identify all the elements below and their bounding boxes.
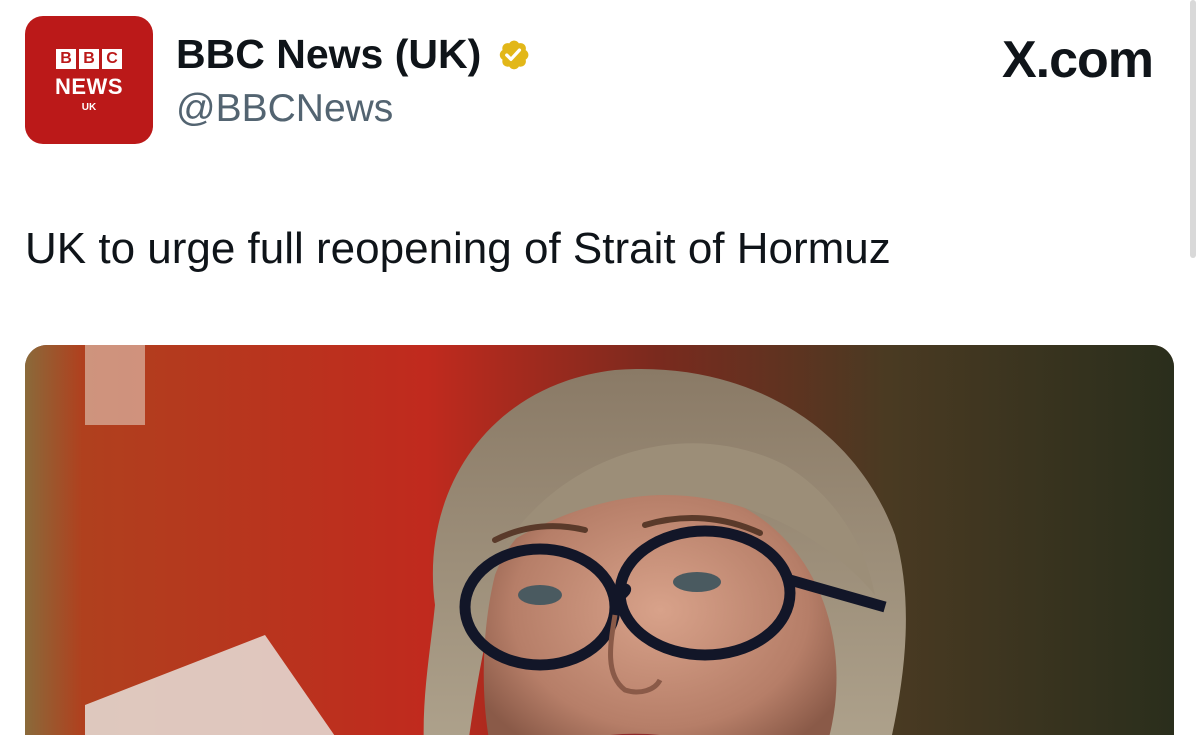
photo-eye-left bbox=[518, 585, 562, 605]
bbc-logo-blocks: B B C bbox=[56, 49, 122, 69]
photo-eye-right bbox=[673, 572, 721, 592]
tweet-text: UK to urge full reopening of Strait of H… bbox=[25, 224, 891, 273]
avatar[interactable]: B B C NEWS UK bbox=[25, 16, 153, 144]
display-name[interactable]: BBC News (UK) bbox=[176, 30, 481, 78]
tweet-media-photo[interactable] bbox=[25, 345, 1174, 735]
verified-badge-icon[interactable] bbox=[491, 32, 535, 76]
avatar-news-text: NEWS bbox=[55, 74, 123, 99]
photo-flag-stripe bbox=[85, 345, 145, 425]
bbc-logo-block: C bbox=[102, 49, 122, 69]
tweet-screenshot: B B C NEWS UK BBC News (UK) @BBCNews X.c… bbox=[0, 0, 1199, 735]
account-handle[interactable]: @BBCNews bbox=[176, 86, 393, 132]
avatar-region-text: UK bbox=[81, 102, 97, 113]
display-name-row: BBC News (UK) bbox=[176, 30, 535, 78]
scrollbar[interactable] bbox=[1190, 0, 1196, 258]
platform-label: X.com bbox=[1001, 31, 1154, 89]
bbc-logo-block: B bbox=[79, 49, 99, 69]
bbc-logo-block: B bbox=[56, 49, 76, 69]
